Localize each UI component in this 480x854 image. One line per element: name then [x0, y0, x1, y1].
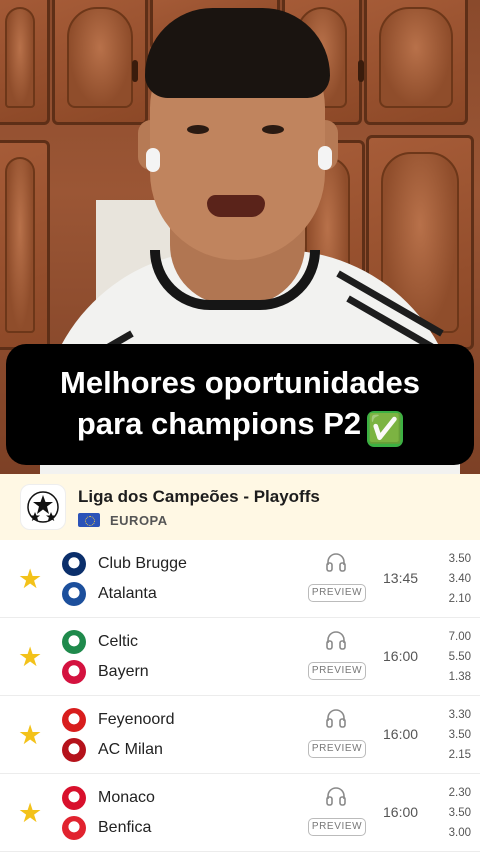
- caption-line-2-text: para champions P2: [76, 406, 362, 441]
- earbud-icon: [318, 146, 332, 170]
- preview-button[interactable]: PREVIEW: [308, 662, 366, 680]
- cabinet-knob: [132, 60, 138, 82]
- match-odds[interactable]: 3.50 3.40 2.10: [449, 549, 471, 609]
- home-team-name: Feyenoord: [98, 711, 175, 728]
- home-team-crest-icon: [62, 552, 86, 576]
- preview-button[interactable]: PREVIEW: [308, 584, 366, 602]
- home-team-crest-icon: [62, 708, 86, 732]
- caption-line-1: Melhores oportunidades: [60, 365, 420, 400]
- away-team-crest-icon: [62, 582, 86, 606]
- away-team-crest-icon: [62, 816, 86, 840]
- home-team-name: Celtic: [98, 633, 139, 650]
- odds-away[interactable]: 1.38: [449, 667, 471, 687]
- match-row[interactable]: ★ Feyenoord AC Milan PREVIEW 16:00 3.30 …: [0, 696, 480, 774]
- home-team: Celtic: [62, 630, 138, 654]
- person-eye: [262, 125, 284, 134]
- preview-button[interactable]: PREVIEW: [308, 740, 366, 758]
- away-team-name: Atalanta: [98, 585, 157, 602]
- match-row[interactable]: ★ Club Brugge Atalanta PREVIEW 13:45 3.5…: [0, 540, 480, 618]
- match-list: ★ Club Brugge Atalanta PREVIEW 13:45 3.5…: [0, 540, 480, 852]
- odds-home[interactable]: 7.00: [449, 627, 471, 647]
- odds-home[interactable]: 2.30: [449, 783, 471, 803]
- away-team: Atalanta: [62, 582, 157, 606]
- earbud-icon: [146, 148, 160, 172]
- favorite-star-icon[interactable]: ★: [18, 644, 44, 671]
- cabinet-knob: [358, 60, 364, 82]
- match-row[interactable]: ★ Celtic Bayern PREVIEW 16:00 7.00 5.50 …: [0, 618, 480, 696]
- champions-league-logo-icon: [20, 484, 66, 530]
- favorite-star-icon[interactable]: ★: [18, 566, 44, 593]
- headphones-icon[interactable]: [325, 630, 347, 650]
- away-team-name: Benfica: [98, 819, 152, 836]
- odds-home[interactable]: 3.50: [449, 549, 471, 569]
- home-team-crest-icon: [62, 786, 86, 810]
- odds-away[interactable]: 3.00: [449, 823, 471, 843]
- match-odds[interactable]: 7.00 5.50 1.38: [449, 627, 471, 687]
- favorite-star-icon[interactable]: ★: [18, 800, 44, 827]
- region-label: EUROPA: [110, 512, 168, 528]
- away-team-crest-icon: [62, 660, 86, 684]
- odds-draw[interactable]: 3.40: [449, 569, 471, 589]
- favorite-star-icon[interactable]: ★: [18, 722, 44, 749]
- cabinet-door: [0, 0, 50, 125]
- preview-button[interactable]: PREVIEW: [308, 818, 366, 836]
- match-time: 16:00: [383, 726, 419, 742]
- matches-panel: Liga dos Campeões - Playoffs EUROPA ★ Cl…: [0, 474, 480, 854]
- person-hair: [145, 8, 330, 98]
- match-odds[interactable]: 3.30 3.50 2.15: [449, 705, 471, 765]
- away-team: AC Milan: [62, 738, 163, 762]
- cabinet-door: [364, 0, 468, 125]
- odds-home[interactable]: 3.30: [449, 705, 471, 725]
- away-team-name: AC Milan: [98, 741, 163, 758]
- league-name: Liga dos Campeões - Playoffs: [78, 486, 320, 506]
- cabinet-door: [0, 140, 50, 350]
- person-eye: [187, 125, 209, 134]
- caption-line-2: para champions P2 ✅: [76, 403, 404, 447]
- odds-draw[interactable]: 3.50: [449, 725, 471, 745]
- match-time: 13:45: [383, 570, 419, 586]
- person-mouth: [207, 195, 265, 217]
- home-team: Monaco: [62, 786, 155, 810]
- headphones-icon[interactable]: [325, 786, 347, 806]
- match-time: 16:00: [383, 648, 419, 664]
- video-caption: Melhores oportunidades para champions P2…: [6, 344, 474, 465]
- match-time: 16:00: [383, 804, 419, 820]
- away-team-name: Bayern: [98, 663, 149, 680]
- europe-flag-icon: [78, 513, 100, 527]
- match-odds[interactable]: 2.30 3.50 3.00: [449, 783, 471, 843]
- odds-draw[interactable]: 5.50: [449, 647, 471, 667]
- headphones-icon[interactable]: [325, 552, 347, 572]
- away-team: Benfica: [62, 816, 151, 840]
- home-team: Club Brugge: [62, 552, 187, 576]
- odds-draw[interactable]: 3.50: [449, 803, 471, 823]
- headphones-icon[interactable]: [325, 708, 347, 728]
- match-row[interactable]: ★ Monaco Benfica PREVIEW 16:00 2.30 3.50…: [0, 774, 480, 852]
- away-team: Bayern: [62, 660, 149, 684]
- odds-away[interactable]: 2.10: [449, 589, 471, 609]
- check-mark-icon: ✅: [367, 411, 404, 447]
- odds-away[interactable]: 2.15: [449, 745, 471, 765]
- home-team: Feyenoord: [62, 708, 175, 732]
- league-header[interactable]: Liga dos Campeões - Playoffs EUROPA: [0, 474, 480, 540]
- home-team-name: Club Brugge: [98, 555, 187, 572]
- away-team-crest-icon: [62, 738, 86, 762]
- home-team-crest-icon: [62, 630, 86, 654]
- home-team-name: Monaco: [98, 789, 155, 806]
